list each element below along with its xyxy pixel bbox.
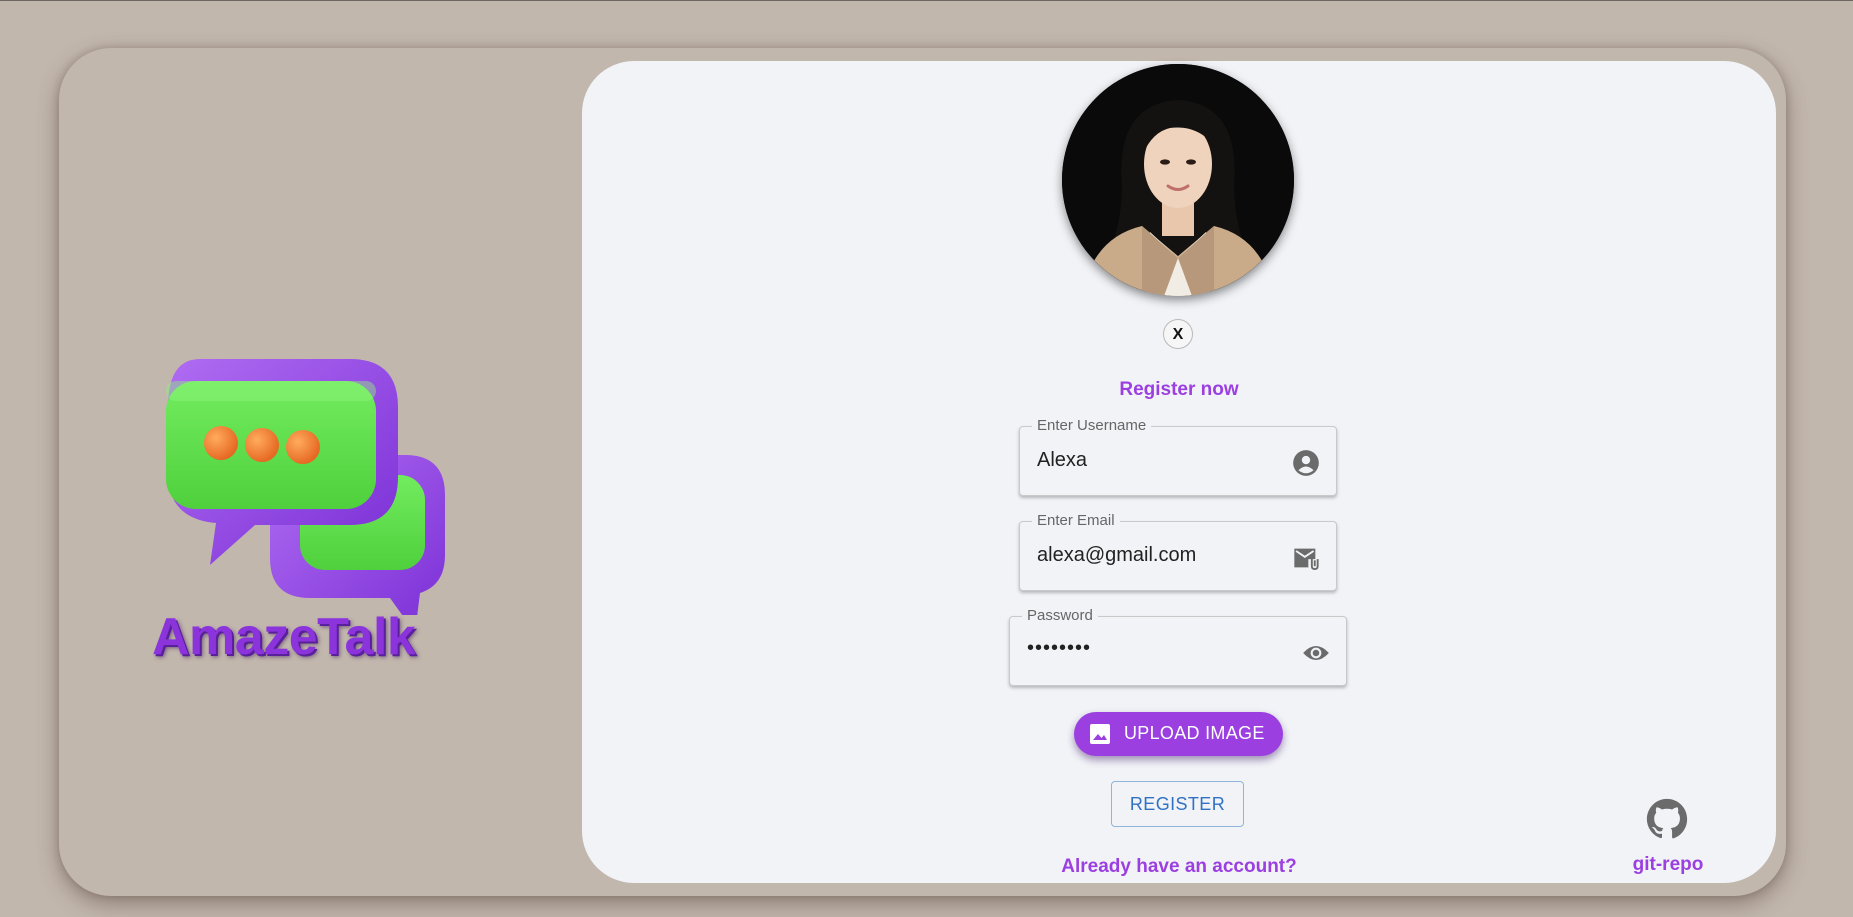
email-value: alexa@gmail.com [1037,544,1197,566]
account-circle-icon [1293,450,1319,476]
username-value: Alexa [1037,449,1088,471]
upload-image-button[interactable]: UPLOAD IMAGE [1074,712,1283,756]
page-title: Register now [1119,379,1239,400]
brand-panel: AmazeTalk [150,355,480,675]
git-repo-link[interactable]: git-repo [1618,854,1718,876]
upload-image-label: UPLOAD IMAGE [1124,723,1265,743]
register-button[interactable]: REGISTER [1111,781,1244,827]
profile-photo [1062,64,1294,296]
register-card: X Register now Enter Username Alexa Ente… [582,61,1776,883]
username-label: Enter Username [1032,417,1152,434]
remove-avatar-button[interactable]: X [1163,319,1193,349]
github-icon[interactable] [1646,798,1688,840]
login-link[interactable]: Already have an account? [582,856,1776,878]
email-label: Enter Email [1032,512,1120,529]
image-icon [1090,724,1110,744]
eye-icon[interactable] [1302,639,1330,667]
password-label: Password [1022,607,1098,624]
brand-name: AmazeTalk [152,608,416,666]
password-value: •••••••• [1027,637,1092,659]
avatar [1062,64,1294,296]
username-field[interactable]: Enter Username Alexa [1019,417,1337,496]
chat-bubbles-icon [166,359,445,615]
window-top-border [0,0,1853,1]
password-field[interactable]: Password •••••••• [1009,607,1347,686]
email-field[interactable]: Enter Email alexa@gmail.com [1019,512,1337,591]
mail-attachment-icon [1294,548,1319,571]
